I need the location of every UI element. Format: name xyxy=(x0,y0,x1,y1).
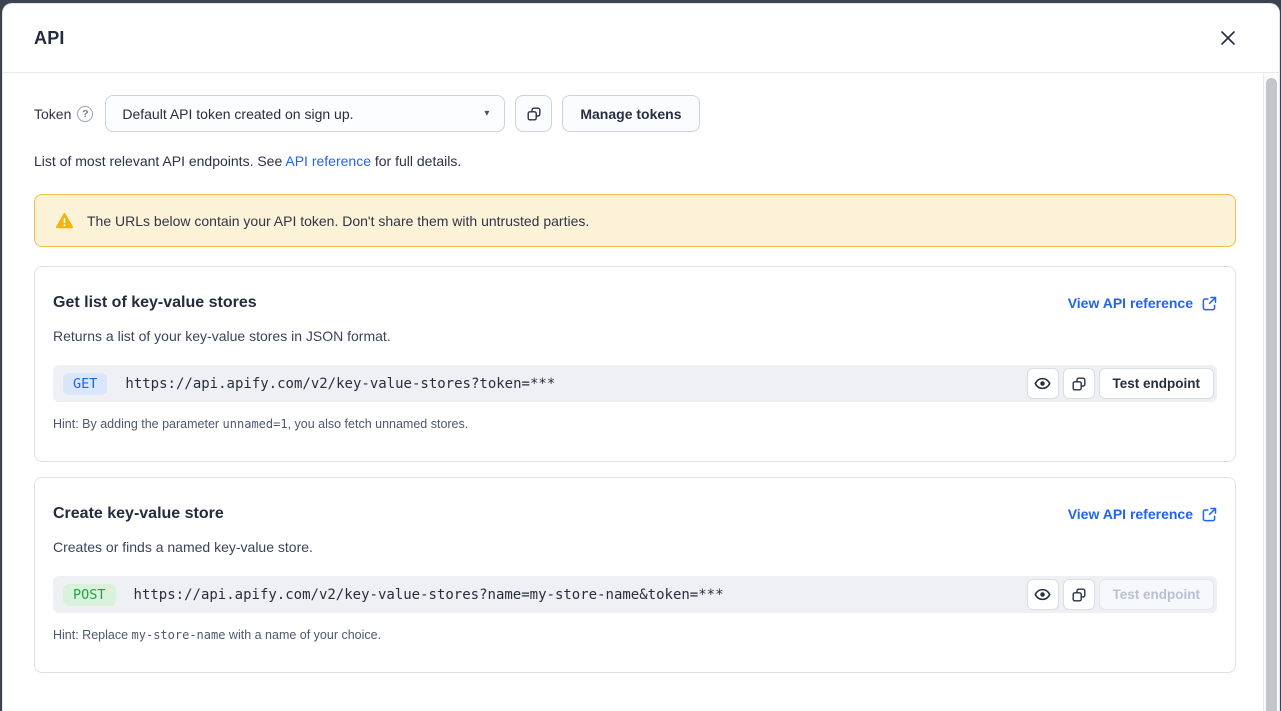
reveal-token-button[interactable] xyxy=(1027,368,1059,399)
token-select-value: Default API token created on sign up. xyxy=(122,106,353,122)
method-badge-get: GET xyxy=(63,373,107,395)
row-actions: Test endpoint xyxy=(1027,579,1215,610)
token-row: Token ? Default API token created on sig… xyxy=(34,95,1236,132)
endpoint-hint: Hint: Replace my-store-name with a name … xyxy=(53,628,1217,642)
modal-header: API xyxy=(3,4,1279,73)
copy-url-button[interactable] xyxy=(1063,368,1095,399)
modal-body: Token ? Default API token created on sig… xyxy=(3,74,1263,711)
method-badge-post: POST xyxy=(63,584,116,606)
copy-icon xyxy=(526,106,542,122)
card-header: Get list of key-value stores View API re… xyxy=(53,294,1217,312)
view-api-reference-label: View API reference xyxy=(1068,506,1193,522)
page-background: API Token ? Default API token created on… xyxy=(0,0,1281,711)
external-link-icon xyxy=(1202,507,1217,522)
intro-text-after: for full details. xyxy=(371,153,461,169)
endpoint-card-create: Create key-value store View API referenc… xyxy=(34,477,1236,673)
intro-text: List of most relevant API endpoints. See… xyxy=(34,153,1236,169)
copy-icon xyxy=(1071,376,1087,392)
endpoint-title: Create key-value store xyxy=(53,505,224,523)
test-endpoint-button[interactable]: Test endpoint xyxy=(1099,368,1215,399)
hint-text-after: , you also fetch unnamed stores. xyxy=(288,417,469,431)
endpoint-title: Get list of key-value stores xyxy=(53,294,257,312)
endpoint-description: Creates or finds a named key-value store… xyxy=(53,539,1217,555)
scrollbar-thumb[interactable] xyxy=(1266,78,1277,711)
close-button[interactable] xyxy=(1217,27,1239,49)
card-header: Create key-value store View API referenc… xyxy=(53,505,1217,523)
eye-icon xyxy=(1034,586,1051,603)
endpoint-hint: Hint: By adding the parameter unnamed=1,… xyxy=(53,417,1217,431)
reveal-token-button[interactable] xyxy=(1027,579,1059,610)
warning-banner: The URLs below contain your API token. D… xyxy=(34,194,1236,247)
copy-url-button[interactable] xyxy=(1063,579,1095,610)
external-link-icon xyxy=(1202,296,1217,311)
hint-text-after: with a name of your choice. xyxy=(225,628,381,642)
test-endpoint-button[interactable]: Test endpoint xyxy=(1099,579,1215,610)
view-api-reference-label: View API reference xyxy=(1068,295,1193,311)
view-api-reference-link[interactable]: View API reference xyxy=(1068,295,1217,311)
endpoint-card-get-list: Get list of key-value stores View API re… xyxy=(34,266,1236,462)
api-modal: API Token ? Default API token created on… xyxy=(2,3,1280,711)
endpoint-url: https://api.apify.com/v2/key-value-store… xyxy=(134,587,1027,603)
endpoint-url: https://api.apify.com/v2/key-value-store… xyxy=(125,376,1026,392)
scrollbar[interactable] xyxy=(1263,74,1279,711)
copy-token-button[interactable] xyxy=(515,95,552,132)
token-label: Token xyxy=(34,106,71,122)
api-reference-link[interactable]: API reference xyxy=(285,153,371,169)
modal-title: API xyxy=(34,28,65,49)
endpoint-url-row: POST https://api.apify.com/v2/key-value-… xyxy=(53,576,1217,613)
help-icon[interactable]: ? xyxy=(77,106,93,122)
hint-text-before: Hint: By adding the parameter xyxy=(53,417,223,431)
manage-tokens-button[interactable]: Manage tokens xyxy=(562,95,699,132)
hint-code: unnamed=1 xyxy=(223,417,288,431)
endpoint-description: Returns a list of your key-value stores … xyxy=(53,328,1217,344)
token-select[interactable]: Default API token created on sign up. ▾ xyxy=(105,95,505,132)
warning-triangle-icon xyxy=(55,212,74,230)
view-api-reference-link[interactable]: View API reference xyxy=(1068,506,1217,522)
hint-text-before: Hint: Replace xyxy=(53,628,132,642)
chevron-down-icon: ▾ xyxy=(484,109,489,119)
row-actions: Test endpoint xyxy=(1027,368,1215,399)
eye-icon xyxy=(1034,375,1051,392)
close-icon xyxy=(1220,30,1236,46)
warning-text: The URLs below contain your API token. D… xyxy=(87,213,589,229)
intro-text-before: List of most relevant API endpoints. See xyxy=(34,153,285,169)
copy-icon xyxy=(1071,587,1087,603)
hint-code: my-store-name xyxy=(132,628,226,642)
endpoint-url-row: GET https://api.apify.com/v2/key-value-s… xyxy=(53,365,1217,402)
